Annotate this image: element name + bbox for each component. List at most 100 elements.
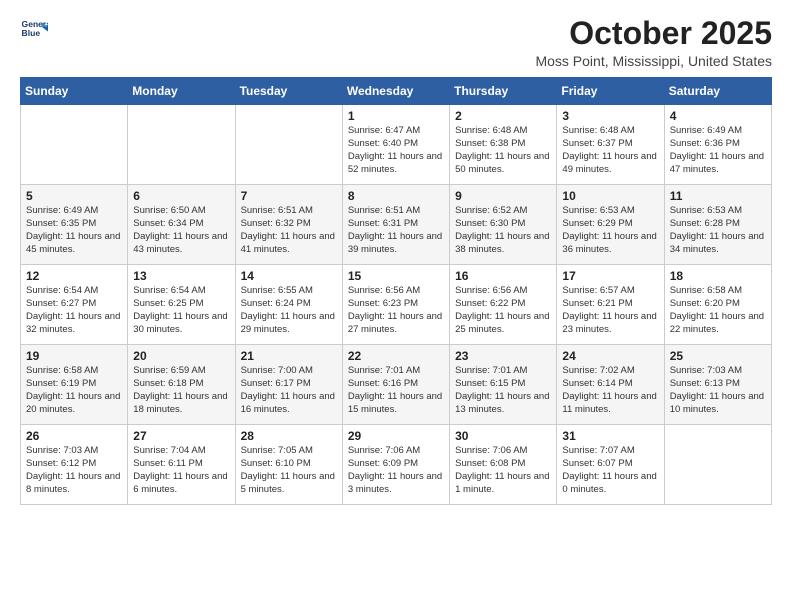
- cell-text: Sunrise: 7:03 AM: [670, 365, 766, 378]
- cell-text: Daylight: 11 hours and 1 minute.: [455, 471, 551, 497]
- cell-text: Sunset: 6:18 PM: [133, 378, 229, 391]
- week-row-1: 1Sunrise: 6:47 AMSunset: 6:40 PMDaylight…: [21, 105, 772, 185]
- cell-text: Sunrise: 6:55 AM: [241, 285, 337, 298]
- day-number: 30: [455, 429, 551, 443]
- cell-text: Sunset: 6:35 PM: [26, 218, 122, 231]
- calendar-cell: 7Sunrise: 6:51 AMSunset: 6:32 PMDaylight…: [235, 185, 342, 265]
- cell-text: Daylight: 11 hours and 6 minutes.: [133, 471, 229, 497]
- day-number: 16: [455, 269, 551, 283]
- week-row-5: 26Sunrise: 7:03 AMSunset: 6:12 PMDayligh…: [21, 425, 772, 505]
- cell-text: Daylight: 11 hours and 25 minutes.: [455, 311, 551, 337]
- calendar-cell: [21, 105, 128, 185]
- cell-text: Daylight: 11 hours and 22 minutes.: [670, 311, 766, 337]
- cell-text: Sunset: 6:16 PM: [348, 378, 444, 391]
- cell-text: Sunset: 6:38 PM: [455, 138, 551, 151]
- header-row: Sunday Monday Tuesday Wednesday Thursday…: [21, 78, 772, 105]
- col-saturday: Saturday: [664, 78, 771, 105]
- week-row-4: 19Sunrise: 6:58 AMSunset: 6:19 PMDayligh…: [21, 345, 772, 425]
- calendar-cell: 28Sunrise: 7:05 AMSunset: 6:10 PMDayligh…: [235, 425, 342, 505]
- calendar-cell: 16Sunrise: 6:56 AMSunset: 6:22 PMDayligh…: [450, 265, 557, 345]
- cell-text: Sunrise: 6:57 AM: [562, 285, 658, 298]
- calendar-cell: 30Sunrise: 7:06 AMSunset: 6:08 PMDayligh…: [450, 425, 557, 505]
- cell-text: Sunrise: 7:00 AM: [241, 365, 337, 378]
- cell-text: Sunrise: 6:59 AM: [133, 365, 229, 378]
- day-number: 1: [348, 109, 444, 123]
- cell-text: Sunset: 6:32 PM: [241, 218, 337, 231]
- cell-text: Daylight: 11 hours and 45 minutes.: [26, 231, 122, 257]
- day-number: 7: [241, 189, 337, 203]
- cell-text: Sunset: 6:24 PM: [241, 298, 337, 311]
- cell-text: Sunrise: 6:47 AM: [348, 125, 444, 138]
- day-number: 11: [670, 189, 766, 203]
- cell-text: Sunrise: 6:49 AM: [26, 205, 122, 218]
- day-number: 17: [562, 269, 658, 283]
- cell-text: Daylight: 11 hours and 5 minutes.: [241, 471, 337, 497]
- cell-text: Daylight: 11 hours and 52 minutes.: [348, 151, 444, 177]
- cell-text: Sunset: 6:12 PM: [26, 458, 122, 471]
- cell-text: Sunrise: 6:54 AM: [26, 285, 122, 298]
- cell-text: Sunrise: 6:51 AM: [348, 205, 444, 218]
- col-friday: Friday: [557, 78, 664, 105]
- day-number: 6: [133, 189, 229, 203]
- cell-text: Daylight: 11 hours and 0 minutes.: [562, 471, 658, 497]
- calendar-cell: 29Sunrise: 7:06 AMSunset: 6:09 PMDayligh…: [342, 425, 449, 505]
- cell-text: Sunset: 6:21 PM: [562, 298, 658, 311]
- calendar-cell: 12Sunrise: 6:54 AMSunset: 6:27 PMDayligh…: [21, 265, 128, 345]
- calendar-cell: 31Sunrise: 7:07 AMSunset: 6:07 PMDayligh…: [557, 425, 664, 505]
- cell-text: Sunset: 6:11 PM: [133, 458, 229, 471]
- cell-text: Daylight: 11 hours and 8 minutes.: [26, 471, 122, 497]
- cell-text: Sunrise: 6:48 AM: [562, 125, 658, 138]
- col-monday: Monday: [128, 78, 235, 105]
- calendar-cell: 27Sunrise: 7:04 AMSunset: 6:11 PMDayligh…: [128, 425, 235, 505]
- calendar-cell: 8Sunrise: 6:51 AMSunset: 6:31 PMDaylight…: [342, 185, 449, 265]
- day-number: 12: [26, 269, 122, 283]
- cell-text: Daylight: 11 hours and 15 minutes.: [348, 391, 444, 417]
- calendar-cell: 23Sunrise: 7:01 AMSunset: 6:15 PMDayligh…: [450, 345, 557, 425]
- cell-text: Sunset: 6:09 PM: [348, 458, 444, 471]
- cell-text: Sunset: 6:15 PM: [455, 378, 551, 391]
- cell-text: Daylight: 11 hours and 16 minutes.: [241, 391, 337, 417]
- day-number: 29: [348, 429, 444, 443]
- day-number: 24: [562, 349, 658, 363]
- day-number: 14: [241, 269, 337, 283]
- calendar-table: Sunday Monday Tuesday Wednesday Thursday…: [20, 77, 772, 505]
- cell-text: Daylight: 11 hours and 43 minutes.: [133, 231, 229, 257]
- day-number: 20: [133, 349, 229, 363]
- cell-text: Daylight: 11 hours and 29 minutes.: [241, 311, 337, 337]
- cell-text: Daylight: 11 hours and 27 minutes.: [348, 311, 444, 337]
- svg-text:Blue: Blue: [22, 28, 41, 38]
- cell-text: Sunrise: 7:06 AM: [455, 445, 551, 458]
- calendar-cell: 18Sunrise: 6:58 AMSunset: 6:20 PMDayligh…: [664, 265, 771, 345]
- cell-text: Daylight: 11 hours and 23 minutes.: [562, 311, 658, 337]
- day-number: 3: [562, 109, 658, 123]
- day-number: 9: [455, 189, 551, 203]
- cell-text: Sunset: 6:19 PM: [26, 378, 122, 391]
- cell-text: Sunset: 6:29 PM: [562, 218, 658, 231]
- cell-text: Sunrise: 6:54 AM: [133, 285, 229, 298]
- calendar-cell: [235, 105, 342, 185]
- day-number: 22: [348, 349, 444, 363]
- cell-text: Daylight: 11 hours and 38 minutes.: [455, 231, 551, 257]
- day-number: 31: [562, 429, 658, 443]
- col-tuesday: Tuesday: [235, 78, 342, 105]
- cell-text: Daylight: 11 hours and 11 minutes.: [562, 391, 658, 417]
- cell-text: Sunrise: 6:58 AM: [670, 285, 766, 298]
- calendar-cell: 2Sunrise: 6:48 AMSunset: 6:38 PMDaylight…: [450, 105, 557, 185]
- cell-text: Daylight: 11 hours and 39 minutes.: [348, 231, 444, 257]
- cell-text: Sunset: 6:17 PM: [241, 378, 337, 391]
- calendar-cell: 25Sunrise: 7:03 AMSunset: 6:13 PMDayligh…: [664, 345, 771, 425]
- cell-text: Sunset: 6:30 PM: [455, 218, 551, 231]
- calendar-cell: 19Sunrise: 6:58 AMSunset: 6:19 PMDayligh…: [21, 345, 128, 425]
- cell-text: Sunrise: 7:04 AM: [133, 445, 229, 458]
- day-number: 21: [241, 349, 337, 363]
- header: General Blue October 2025 Moss Point, Mi…: [20, 16, 772, 69]
- calendar-cell: 3Sunrise: 6:48 AMSunset: 6:37 PMDaylight…: [557, 105, 664, 185]
- calendar-cell: 4Sunrise: 6:49 AMSunset: 6:36 PMDaylight…: [664, 105, 771, 185]
- day-number: 10: [562, 189, 658, 203]
- day-number: 28: [241, 429, 337, 443]
- cell-text: Sunset: 6:31 PM: [348, 218, 444, 231]
- day-number: 2: [455, 109, 551, 123]
- cell-text: Sunrise: 6:56 AM: [455, 285, 551, 298]
- cell-text: Sunset: 6:28 PM: [670, 218, 766, 231]
- day-number: 13: [133, 269, 229, 283]
